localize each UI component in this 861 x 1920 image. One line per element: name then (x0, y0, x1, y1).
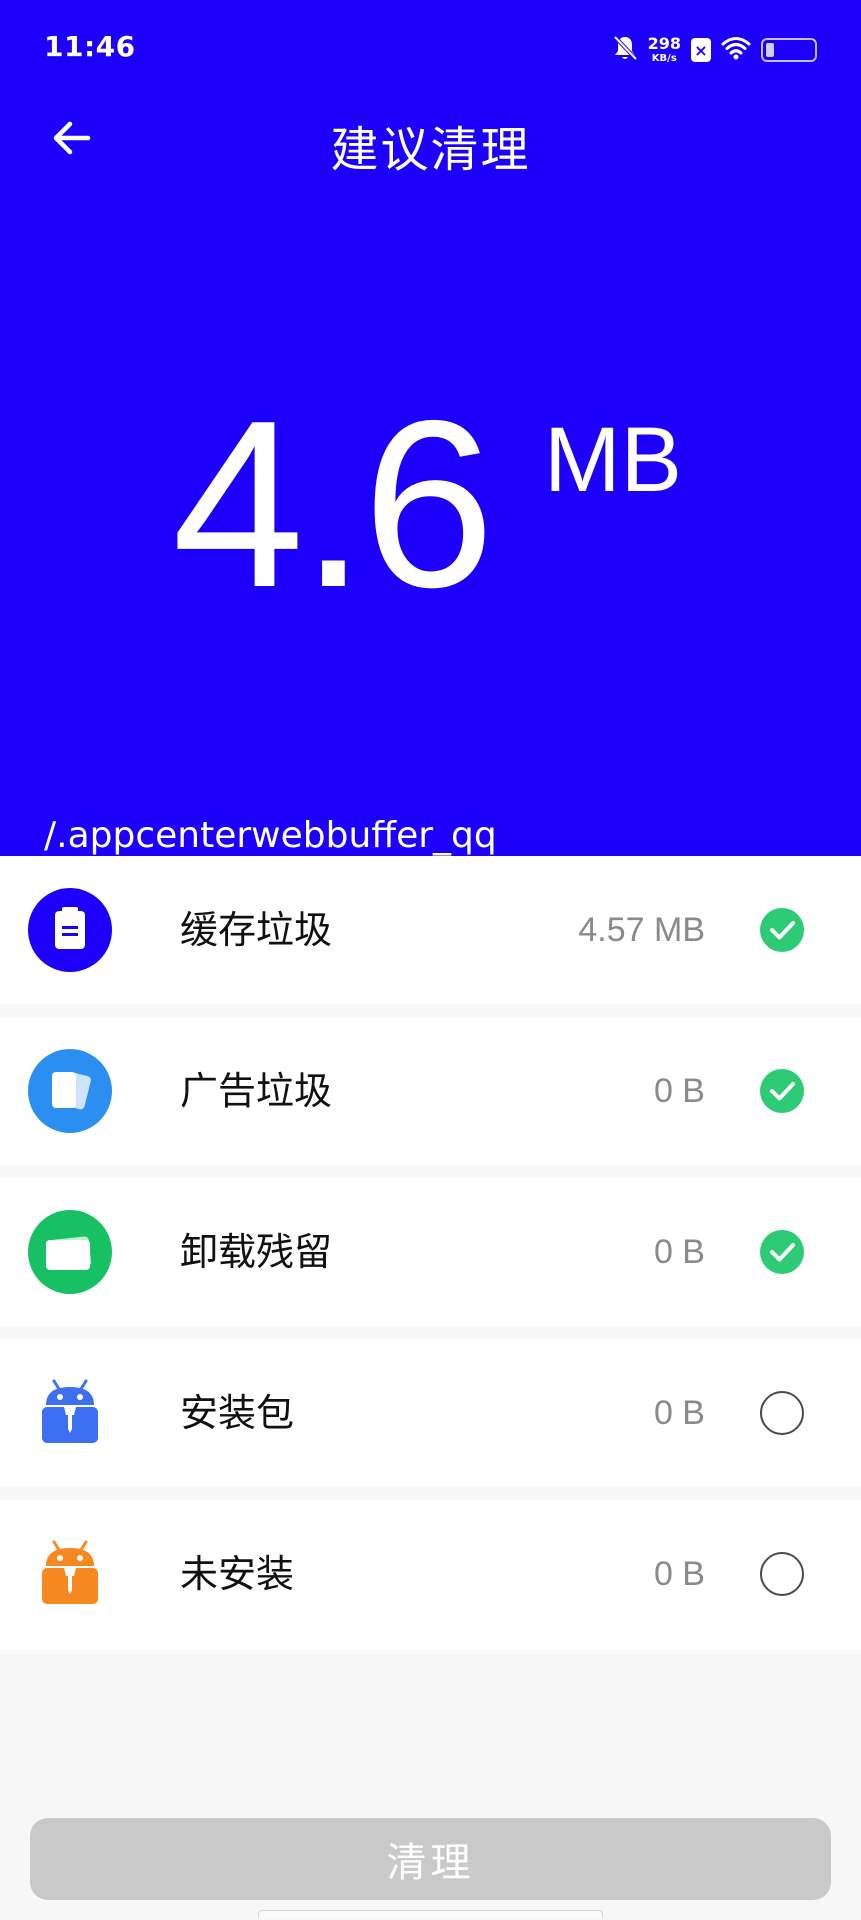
android-package-icon (42, 1379, 98, 1443)
category-row-cache[interactable]: 缓存垃圾 4.57 MB (0, 856, 861, 1004)
wifi-icon (721, 36, 751, 64)
battery-icon (761, 38, 817, 62)
android-package-icon (42, 1540, 98, 1604)
sim-icon: × (691, 38, 711, 62)
uninstall-residue-icon (28, 1210, 112, 1294)
category-row-ads[interactable]: 广告垃圾 0 B (0, 1017, 861, 1165)
hero-panel: 11:46 298 KB/s × 建议清理 4.6 MB /.appcenter… (0, 0, 861, 856)
title-bar: 建议清理 (0, 100, 861, 180)
category-row-uninstall-residue[interactable]: 卸载残留 0 B (0, 1178, 861, 1326)
category-row-not-installed[interactable]: 未安装 0 B (0, 1500, 861, 1650)
status-icons: 298 KB/s × (612, 32, 817, 68)
check-icon (770, 921, 795, 940)
check-icon (770, 1082, 795, 1101)
status-time: 11:46 (44, 30, 136, 63)
category-label: 广告垃圾 (180, 1069, 333, 1113)
category-size: 0 B (653, 1233, 705, 1271)
category-checkbox[interactable] (760, 1230, 804, 1274)
home-indicator (258, 1910, 603, 1918)
category-size: 0 B (653, 1072, 705, 1110)
check-icon (770, 1243, 795, 1262)
category-size: 0 B (653, 1394, 705, 1432)
cache-clipboard-icon (28, 888, 112, 972)
category-size: 4.57 MB (578, 911, 705, 949)
category-checkbox[interactable] (760, 1552, 804, 1596)
junk-size-unit: MB (544, 409, 682, 511)
category-row-apk[interactable]: 安装包 0 B (0, 1339, 861, 1487)
page-title: 建议清理 (330, 122, 531, 178)
bell-muted-icon (612, 34, 638, 66)
category-checkbox[interactable] (760, 1069, 804, 1113)
junk-size-value: 4.6 (172, 372, 495, 637)
category-checkbox[interactable] (760, 1391, 804, 1435)
status-bar: 11:46 298 KB/s × (0, 0, 861, 100)
category-label: 未安装 (180, 1552, 295, 1596)
category-list: 缓存垃圾 4.57 MB 广告垃圾 0 B 卸载残留 0 B 安装包 0 B 未… (0, 856, 861, 1650)
ad-cards-icon (28, 1049, 112, 1133)
net-speed-unit: KB/s (651, 53, 677, 64)
scan-path: /.appcenterwebbuffer_qq (44, 815, 497, 856)
net-speed: 298 KB/s (648, 36, 681, 64)
category-label: 缓存垃圾 (180, 908, 333, 952)
net-speed-value: 298 (647, 34, 681, 53)
junk-size-display: 4.6 MB (0, 380, 861, 640)
category-size: 0 B (653, 1555, 705, 1593)
category-checkbox[interactable] (760, 908, 804, 952)
category-label: 安装包 (180, 1391, 295, 1435)
category-label: 卸载残留 (180, 1230, 333, 1274)
clean-button[interactable]: 清理 (30, 1818, 831, 1900)
